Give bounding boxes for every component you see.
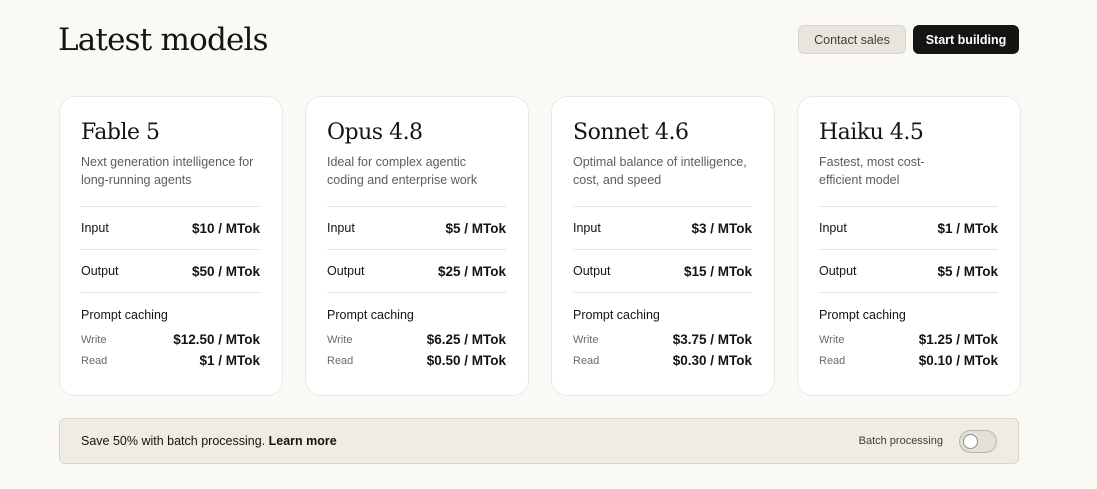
input-label: Input [327,221,355,235]
model-name: Fable 5 [81,120,160,145]
cache-write-price: $3.75 / MTok [672,332,752,347]
output-label: Output [819,264,857,278]
cache-read-label: Read [327,354,354,367]
cache-read-price: $1 / MTok [199,353,260,368]
batch-toggle-group: Batch processing [858,429,997,453]
cache-read-price: $0.10 / MTok [918,353,998,368]
input-price: $3 / MTok [691,220,752,236]
cache-write-row: Write $12.50 / MTok [81,329,260,350]
input-label: Input [81,221,109,235]
input-price-row: Input $3 / MTok [573,207,752,249]
cache-read-row: Read $0.10 / MTok [819,350,998,371]
model-description: Optimal balance of intelligence, cost, a… [573,155,747,187]
input-price: $5 / MTok [445,220,506,236]
toggle-knob [963,433,978,449]
output-price: $25 / MTok [437,263,506,279]
prompt-caching-title: Prompt caching [573,308,660,322]
output-label: Output [573,264,611,278]
output-label: Output [81,264,119,278]
model-name: Opus 4.8 [327,120,423,145]
cache-read-row: Read $0.50 / MTok [327,350,506,371]
batch-banner-text: Save 50% with batch processing. Learn mo… [81,434,337,448]
prompt-caching-title: Prompt caching [819,308,906,322]
model-card-fable: Fable 5 Next generation intelligence for… [59,96,283,396]
page-title: Latest models [58,22,269,58]
model-description: Next generation intelligence for long-ru… [81,155,254,187]
batch-processing-toggle[interactable] [959,429,997,453]
divider [573,292,752,293]
input-label: Input [573,221,601,235]
output-label: Output [327,264,365,278]
input-price-row: Input $5 / MTok [327,207,506,249]
input-label: Input [819,221,847,235]
contact-sales-button[interactable]: Contact sales [798,25,906,54]
cache-read-price: $0.30 / MTok [672,353,752,368]
cache-write-label: Write [573,333,599,346]
input-price: $10 / MTok [191,220,260,236]
model-card-opus: Opus 4.8 Ideal for complex agentic codin… [305,96,529,396]
cache-write-label: Write [327,333,353,346]
cache-write-price: $1.25 / MTok [918,332,998,347]
prompt-caching-title: Prompt caching [81,308,168,322]
output-price-row: Output $15 / MTok [573,250,752,292]
cache-write-price: $6.25 / MTok [426,332,506,347]
output-price: $15 / MTok [683,263,752,279]
model-description: Ideal for complex agentic coding and ent… [327,155,478,187]
cache-write-label: Write [81,333,107,346]
output-price-row: Output $5 / MTok [819,250,998,292]
header-actions: Contact sales Start building [798,25,1019,54]
cache-read-label: Read [819,354,846,367]
model-card-haiku: Haiku 4.5 Fastest, most cost-efficient m… [797,96,1021,396]
cache-write-label: Write [819,333,845,346]
input-price-row: Input $10 / MTok [81,207,260,249]
cache-write-price: $12.50 / MTok [173,332,260,347]
cache-write-row: Write $1.25 / MTok [819,329,998,350]
cache-read-label: Read [573,354,600,367]
batch-savings-text: Save 50% with batch processing. [81,434,266,448]
model-name: Haiku 4.5 [819,120,924,145]
prompt-caching-title: Prompt caching [327,308,414,322]
divider [327,292,506,293]
pricing-page: Latest models Contact sales Start buildi… [0,0,1097,489]
output-price: $50 / MTok [191,263,260,279]
batch-processing-banner: Save 50% with batch processing. Learn mo… [59,418,1019,464]
start-building-button[interactable]: Start building [913,25,1019,54]
model-cards: Fable 5 Next generation intelligence for… [59,96,1021,396]
cache-write-row: Write $3.75 / MTok [573,329,752,350]
output-price: $5 / MTok [937,263,998,279]
output-price-row: Output $50 / MTok [81,250,260,292]
learn-more-link[interactable]: Learn more [269,434,337,448]
cache-read-price: $0.50 / MTok [426,353,506,368]
cache-read-row: Read $1 / MTok [81,350,260,371]
cache-read-row: Read $0.30 / MTok [573,350,752,371]
input-price-row: Input $1 / MTok [819,207,998,249]
divider [819,292,998,293]
model-name: Sonnet 4.6 [573,120,689,145]
model-card-sonnet: Sonnet 4.6 Optimal balance of intelligen… [551,96,775,396]
batch-toggle-label: Batch processing [858,435,943,447]
cache-write-row: Write $6.25 / MTok [327,329,506,350]
output-price-row: Output $25 / MTok [327,250,506,292]
model-description: Fastest, most cost-efficient model [819,155,925,187]
input-price: $1 / MTok [937,220,998,236]
cache-read-label: Read [81,354,108,367]
divider [81,292,260,293]
